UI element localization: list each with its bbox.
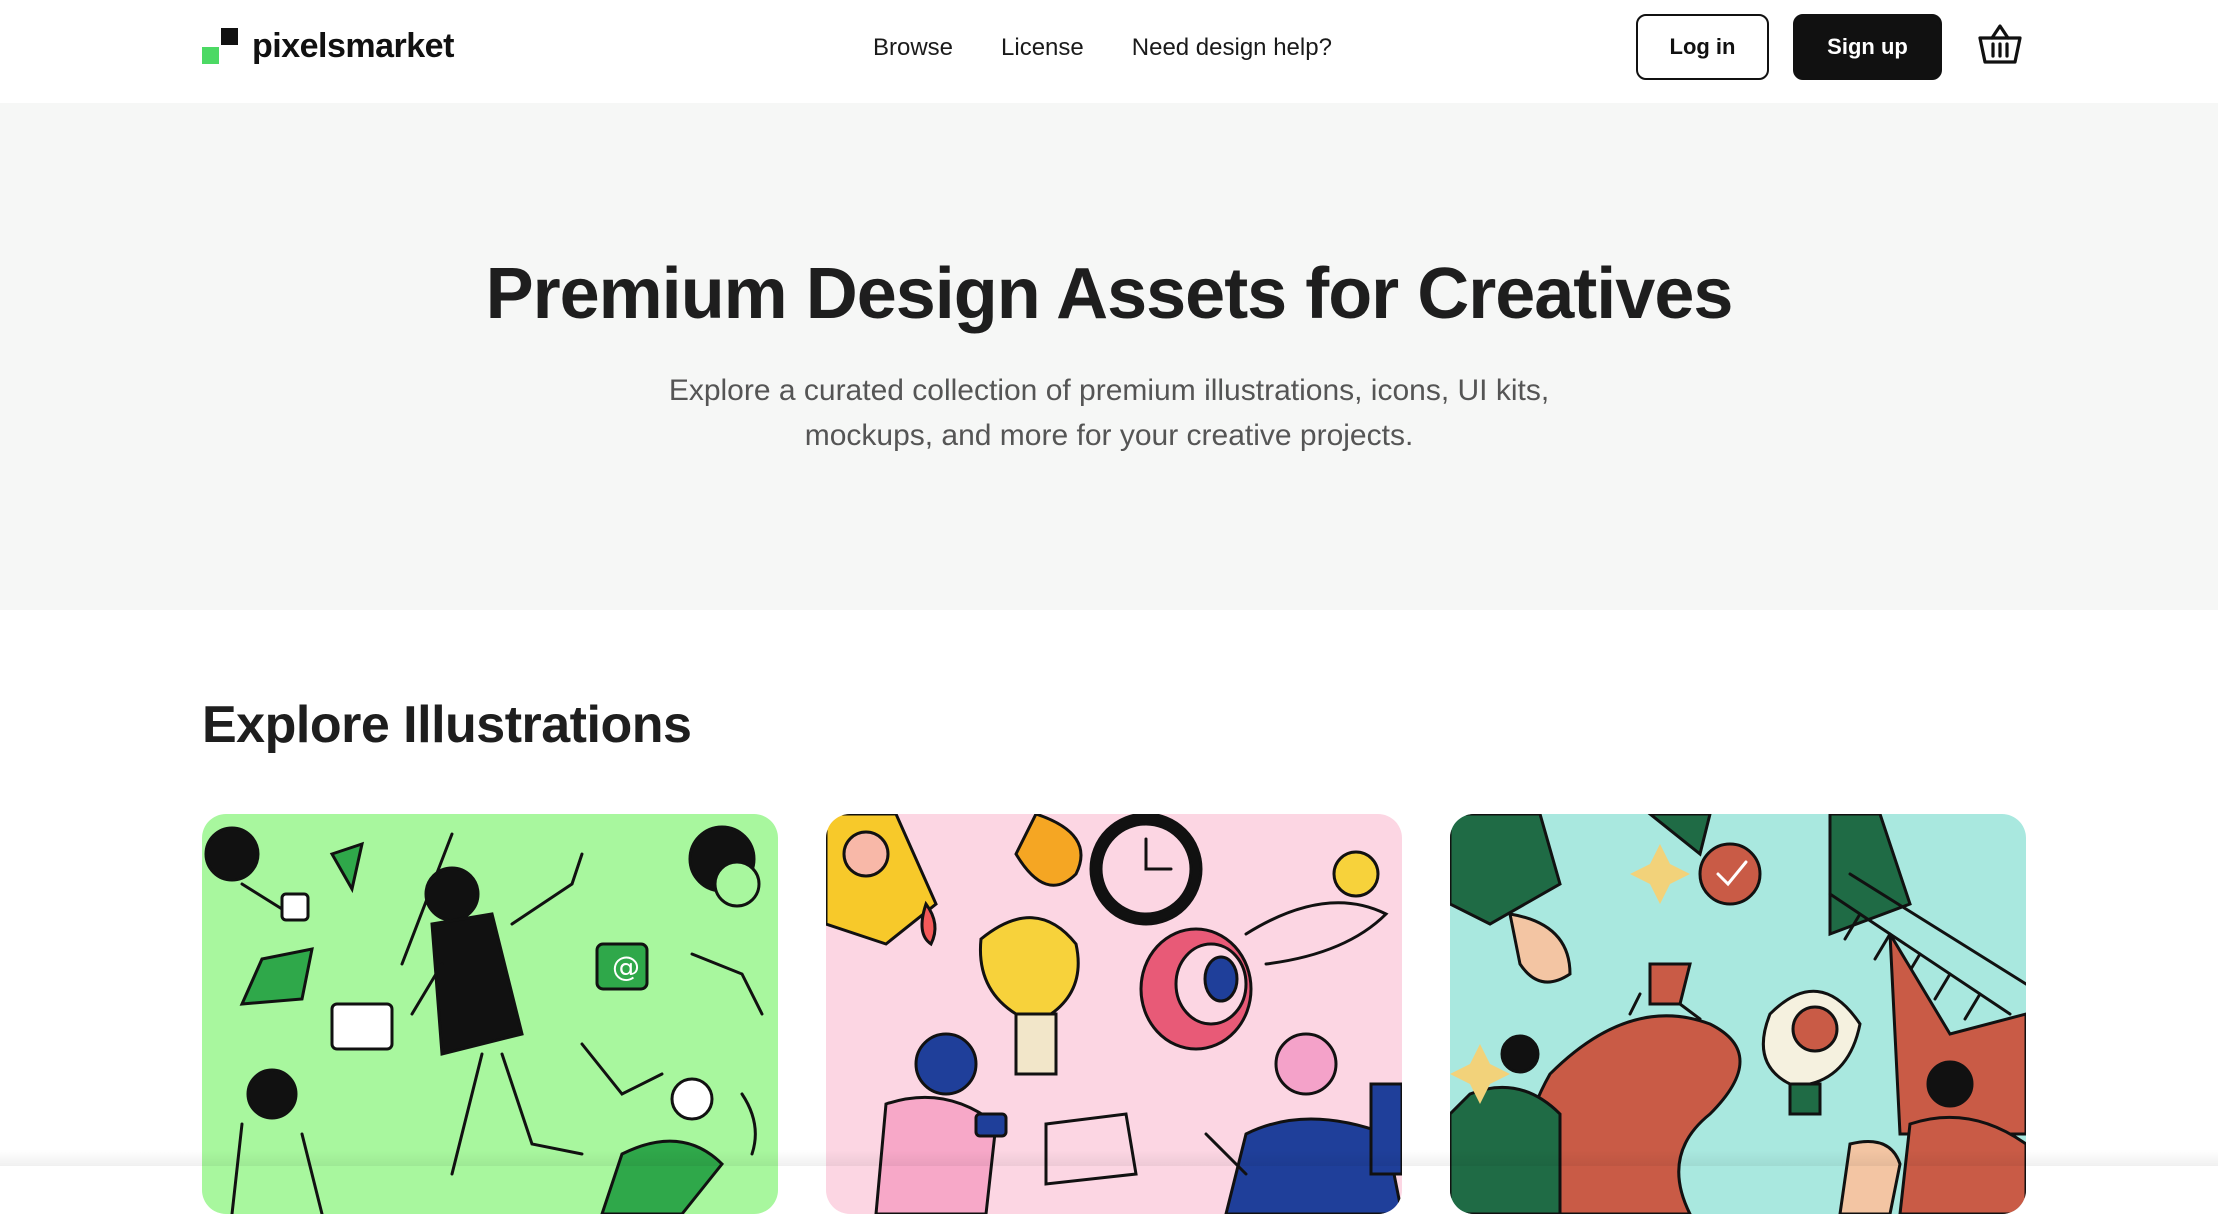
hero-subtitle: Explore a curated collection of premium … [609, 368, 1609, 458]
brand-logo[interactable]: pixelsmarket [202, 26, 454, 66]
login-button[interactable]: Log in [1636, 14, 1769, 80]
nav-design-help[interactable]: Need design help? [1132, 34, 1332, 62]
nav-browse[interactable]: Browse [873, 34, 953, 62]
bottom-edge-shade [0, 1150, 2218, 1166]
illustration-grid: @ [202, 814, 2026, 1214]
signup-button[interactable]: Sign up [1793, 14, 1942, 80]
main-nav: Browse License Need design help? [873, 28, 1332, 68]
brand-name: pixelsmarket [252, 26, 454, 65]
section-title: Explore Illustrations [202, 696, 692, 754]
basket-icon[interactable] [1976, 20, 2024, 68]
site-header: pixelsmarket Browse License Need design … [0, 0, 2218, 103]
hero-title: Premium Design Assets for Creatives [485, 254, 1734, 334]
svg-text:@: @ [612, 950, 640, 983]
nav-license[interactable]: License [1001, 34, 1084, 62]
hero-subtitle-line-1: Explore a curated collection of premium … [668, 374, 1550, 407]
hero-subtitle-line-2: mockups, and more for your creative proj… [804, 419, 1414, 452]
hero-section: Premium Design Assets for Creatives Expl… [0, 103, 2218, 610]
logo-mark-icon [202, 28, 238, 64]
